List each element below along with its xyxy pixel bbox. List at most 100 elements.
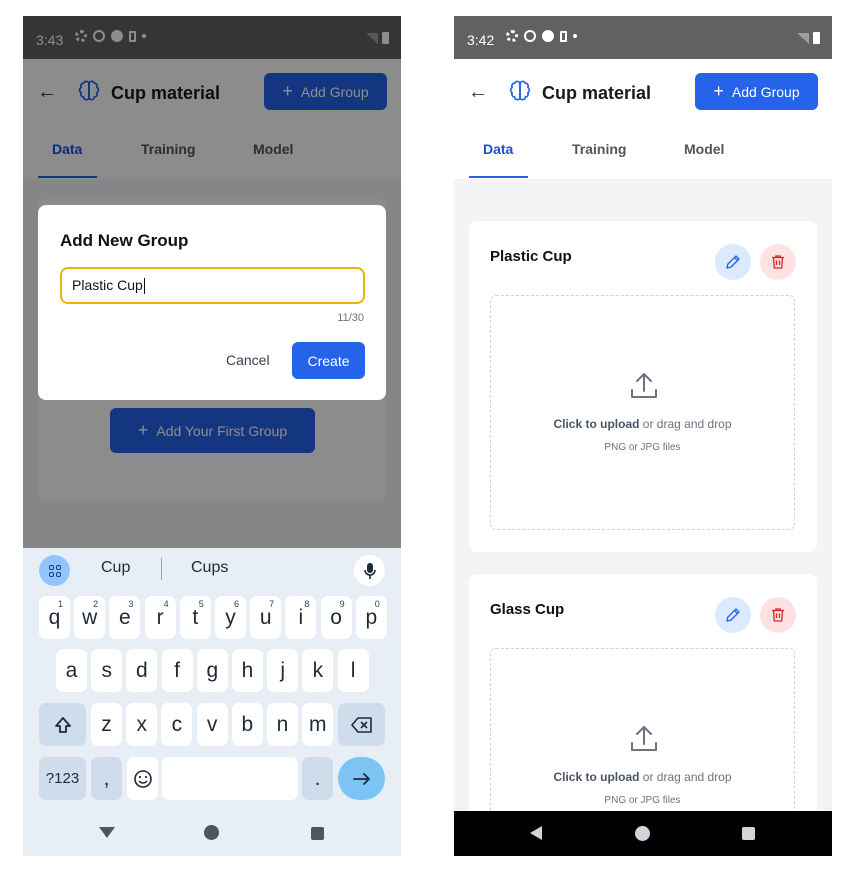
key-c[interactable]: c — [161, 703, 193, 746]
dialog-title: Add New Group — [60, 231, 189, 250]
group-name-value: Plastic Cup — [72, 277, 143, 293]
mic-icon[interactable] — [354, 555, 385, 586]
key-l[interactable]: l — [337, 649, 369, 692]
apps-grid-icon[interactable] — [39, 555, 70, 586]
click-to-upload-link[interactable]: Click to upload — [553, 417, 639, 431]
key-q[interactable]: q1 — [39, 596, 70, 639]
key-j[interactable]: j — [267, 649, 299, 692]
suggestion-strip: Cup Cups — [23, 548, 401, 592]
add-group-button[interactable]: + Add Group — [695, 73, 818, 110]
upload-dropzone[interactable]: Click to upload or drag and drop PNG or … — [490, 295, 795, 530]
pencil-icon — [726, 608, 740, 622]
group-card: Plastic Cup Click to upload or drag and … — [469, 221, 817, 552]
edit-group-button[interactable] — [715, 244, 751, 280]
key-s[interactable]: s — [91, 649, 123, 692]
upload-dropzone[interactable]: Click to upload or drag and drop PNG or … — [490, 648, 795, 811]
key-m[interactable]: m — [302, 703, 334, 746]
shift-key[interactable] — [39, 703, 86, 746]
key-h[interactable]: h — [232, 649, 263, 692]
symbols-key[interactable]: ?123 — [39, 757, 86, 800]
brain-icon — [509, 80, 531, 101]
tab-data[interactable]: Data — [483, 141, 513, 157]
key-t[interactable]: t5 — [179, 596, 211, 639]
period-key[interactable]: . — [302, 757, 333, 800]
hide-keyboard-icon[interactable] — [99, 827, 115, 838]
suggestion-cups[interactable]: Cups — [191, 559, 228, 577]
key-r[interactable]: r4 — [144, 596, 176, 639]
home-icon[interactable] — [204, 825, 219, 840]
emoji-key[interactable] — [127, 757, 158, 800]
page-title: Cup material — [542, 83, 652, 103]
key-label: y — [225, 605, 236, 629]
plus-icon: + — [713, 81, 724, 101]
key-b[interactable]: b — [231, 703, 263, 746]
enter-arrow-icon — [352, 772, 370, 785]
suggestion-cup[interactable]: Cup — [101, 559, 130, 577]
key-label: w — [82, 605, 98, 629]
upload-instructions: Click to upload or drag and drop — [491, 417, 794, 431]
suggestion-divider — [161, 558, 162, 580]
key-p[interactable]: p0 — [355, 596, 387, 639]
key-label: r — [156, 605, 164, 629]
drag-drop-text: or drag and drop — [639, 770, 732, 784]
key-hint: 2 — [93, 599, 99, 609]
key-hint: 0 — [374, 599, 380, 609]
space-key[interactable] — [162, 757, 298, 800]
cancel-button[interactable]: Cancel — [226, 352, 270, 368]
recents-icon[interactable] — [311, 827, 324, 840]
back-arrow-icon[interactable]: ← — [468, 81, 488, 104]
nav-home-icon[interactable] — [635, 826, 650, 841]
key-f[interactable]: f — [161, 649, 193, 692]
key-n[interactable]: n — [267, 703, 298, 746]
group-card: Glass Cup Click to upload or drag and dr… — [469, 574, 817, 811]
delete-group-button[interactable] — [760, 244, 796, 280]
upload-icon — [631, 726, 657, 751]
groups-list: Plastic Cup Click to upload or drag and … — [454, 179, 832, 811]
key-u[interactable]: u7 — [250, 596, 282, 639]
nav-back-icon[interactable] — [530, 826, 542, 840]
delete-group-button[interactable] — [760, 597, 796, 633]
text-cursor — [143, 278, 145, 295]
key-w[interactable]: w2 — [74, 596, 106, 639]
backspace-key[interactable] — [338, 703, 385, 746]
comma-key[interactable]: , — [91, 757, 122, 800]
upload-instructions: Click to upload or drag and drop — [491, 770, 794, 784]
key-v[interactable]: v — [196, 703, 228, 746]
key-e[interactable]: e3 — [109, 596, 141, 639]
notification-dot-icon — [573, 34, 577, 38]
key-g[interactable]: g — [196, 649, 228, 692]
tab-training[interactable]: Training — [572, 141, 626, 157]
create-button[interactable]: Create — [292, 342, 365, 379]
key-i[interactable]: i8 — [285, 596, 317, 639]
tab-model[interactable]: Model — [684, 141, 724, 157]
sync-status-icon — [524, 30, 536, 42]
key-o[interactable]: o9 — [320, 596, 352, 639]
keyboard-nav-bar — [23, 811, 401, 856]
key-hint: 3 — [128, 599, 134, 609]
key-k[interactable]: k — [302, 649, 334, 692]
key-label: q — [48, 605, 61, 629]
group-name-input[interactable]: Plastic Cup — [60, 267, 365, 304]
drag-drop-text: or drag and drop — [639, 417, 732, 431]
battery-saver-icon — [560, 30, 567, 42]
character-counter: 11/30 — [337, 312, 364, 324]
status-icons — [506, 30, 577, 42]
edit-group-button[interactable] — [715, 597, 751, 633]
enter-key[interactable] — [338, 757, 385, 800]
tab-bar: Data Training Model — [454, 141, 832, 180]
key-label: i — [298, 605, 304, 629]
click-to-upload-link[interactable]: Click to upload — [553, 770, 639, 784]
key-hint: 7 — [269, 599, 275, 609]
add-group-label: Add Group — [731, 83, 800, 100]
key-hint: 4 — [163, 599, 169, 609]
key-hint: 9 — [339, 599, 345, 609]
key-y[interactable]: y6 — [215, 596, 246, 639]
upload-icon — [631, 373, 657, 398]
key-a[interactable]: a — [56, 649, 87, 692]
key-x[interactable]: x — [126, 703, 158, 746]
key-z[interactable]: z — [91, 703, 122, 746]
nav-recents-icon[interactable] — [742, 827, 755, 840]
key-d[interactable]: d — [126, 649, 158, 692]
battery-icon — [813, 32, 820, 44]
key-hint: 8 — [304, 599, 310, 609]
